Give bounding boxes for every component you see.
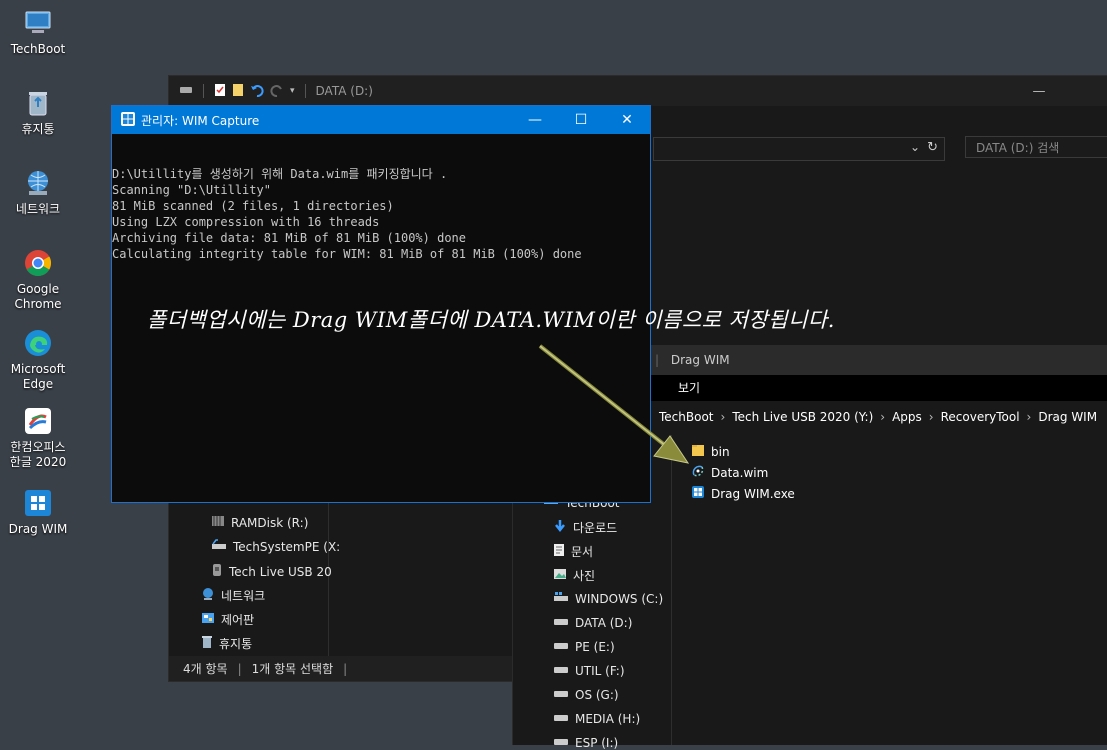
annotation-arrow <box>538 344 690 464</box>
